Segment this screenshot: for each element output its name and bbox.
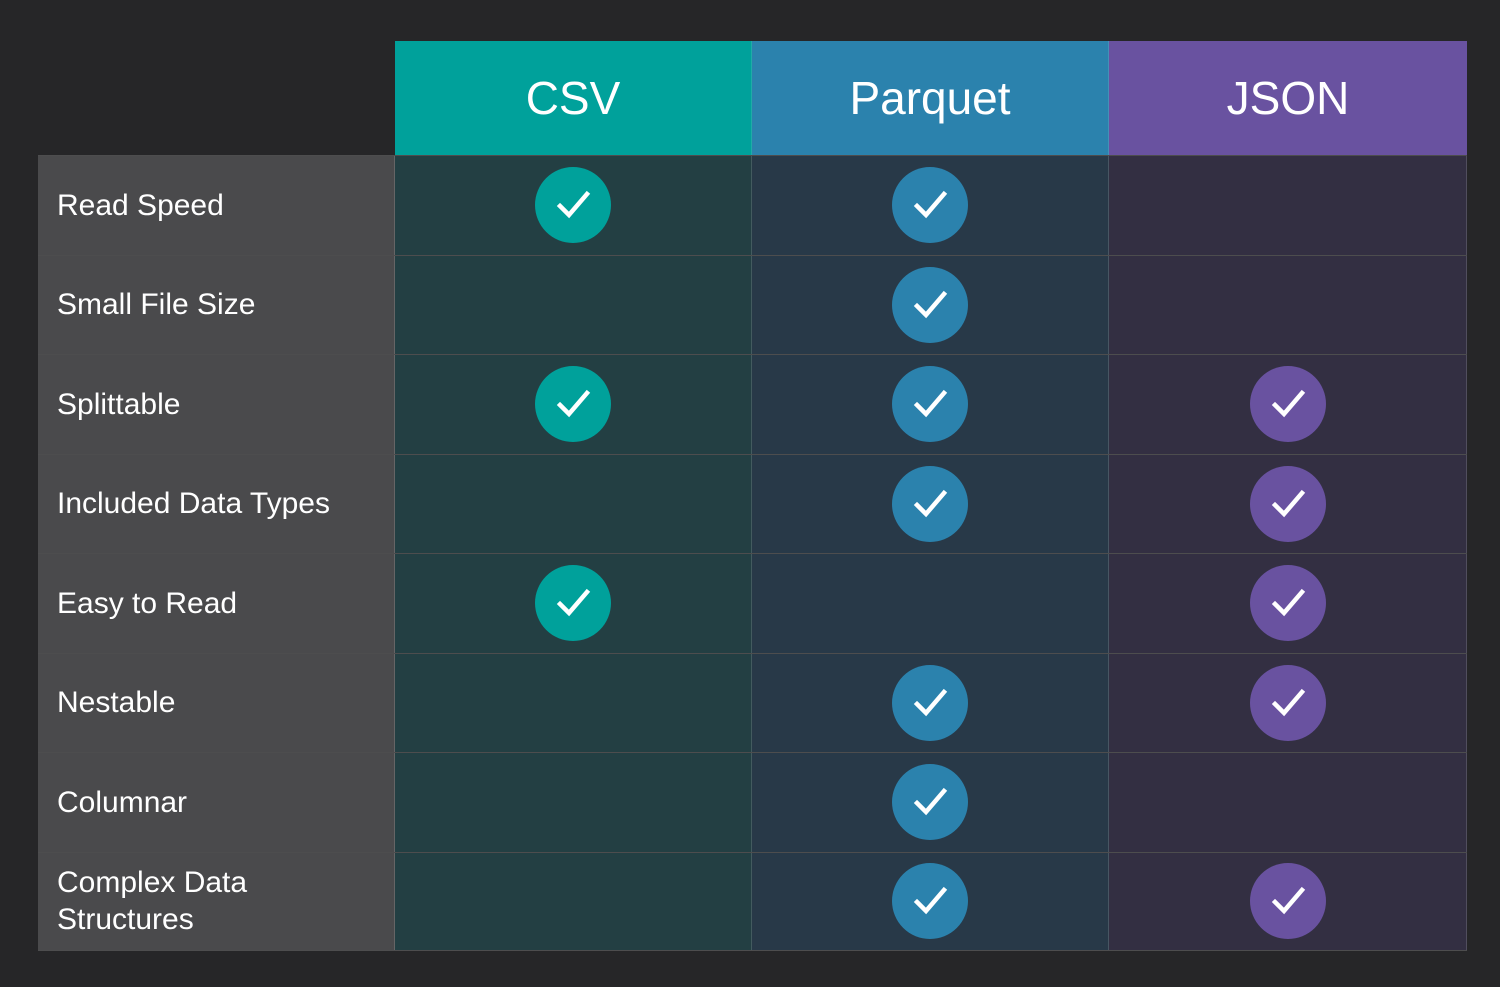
checkmark-icon: [1249, 863, 1326, 940]
checkmark-icon: [535, 366, 611, 443]
cell-json: [1109, 255, 1467, 354]
table-row: Easy to Read: [38, 553, 1467, 653]
row-label: Easy to Read: [38, 554, 395, 653]
cell-parquet: [752, 156, 1109, 255]
checkmark-icon: [535, 167, 611, 244]
table-body: Read Speed Small File Size Splittable Inclu…: [38, 155, 1467, 951]
checkmark-icon: [892, 863, 968, 940]
header-label: CSV: [525, 72, 621, 124]
cell-json: [1109, 355, 1467, 454]
cell-json: [1109, 653, 1467, 752]
cell-csv: [395, 653, 752, 752]
cell-csv: [395, 355, 752, 454]
cell-json: [1109, 554, 1467, 653]
cell-csv: [395, 255, 752, 354]
comparison-table: CSV Parquet JSON Read Speed Small File Si…: [38, 41, 1467, 951]
checkmark-icon: [892, 366, 968, 443]
table-row: Complex Data Structures: [38, 851, 1467, 951]
cell-parquet: [752, 554, 1109, 653]
table-row: Read Speed: [38, 155, 1467, 255]
cell-parquet: [752, 753, 1109, 852]
table-row: Splittable: [38, 354, 1467, 454]
checkmark-icon: [892, 167, 968, 244]
checkmark-icon: [1249, 565, 1326, 642]
cell-parquet: [752, 653, 1109, 752]
header-json: JSON: [1109, 41, 1467, 155]
cell-parquet: [752, 454, 1109, 553]
checkmark-icon: [892, 465, 968, 542]
cell-parquet: [752, 355, 1109, 454]
row-label: Complex Data Structures: [38, 852, 395, 950]
header-label: JSON: [1226, 72, 1350, 124]
checkmark-icon: [892, 764, 968, 841]
checkmark-icon: [1249, 664, 1326, 741]
checkmark-icon: [1249, 465, 1326, 542]
header-parquet: Parquet: [752, 41, 1109, 155]
cell-csv: [395, 554, 752, 653]
cell-json: [1109, 852, 1467, 950]
table-row: Nestable: [38, 652, 1467, 752]
table-row: Small File Size: [38, 254, 1467, 354]
header-csv: CSV: [395, 41, 752, 155]
cell-json: [1109, 454, 1467, 553]
table-row: Included Data Types: [38, 453, 1467, 553]
row-label: Splittable: [38, 355, 395, 454]
row-label: Included Data Types: [38, 454, 395, 553]
table-row: Columnar: [38, 752, 1467, 852]
checkmark-icon: [535, 565, 611, 642]
cell-csv: [395, 454, 752, 553]
cell-parquet: [752, 852, 1109, 950]
header-label: Parquet: [849, 72, 1011, 124]
checkmark-icon: [1249, 366, 1326, 443]
checkmark-icon: [892, 664, 968, 741]
header-row: CSV Parquet JSON: [395, 41, 1467, 155]
cell-parquet: [752, 255, 1109, 354]
checkmark-icon: [892, 266, 968, 343]
row-label: Read Speed: [38, 156, 395, 255]
cell-json: [1109, 753, 1467, 852]
cell-csv: [395, 753, 752, 852]
cell-json: [1109, 156, 1467, 255]
row-label: Small File Size: [38, 255, 395, 354]
row-label: Nestable: [38, 653, 395, 752]
cell-csv: [395, 156, 752, 255]
cell-csv: [395, 852, 752, 950]
row-label: Columnar: [38, 753, 395, 852]
